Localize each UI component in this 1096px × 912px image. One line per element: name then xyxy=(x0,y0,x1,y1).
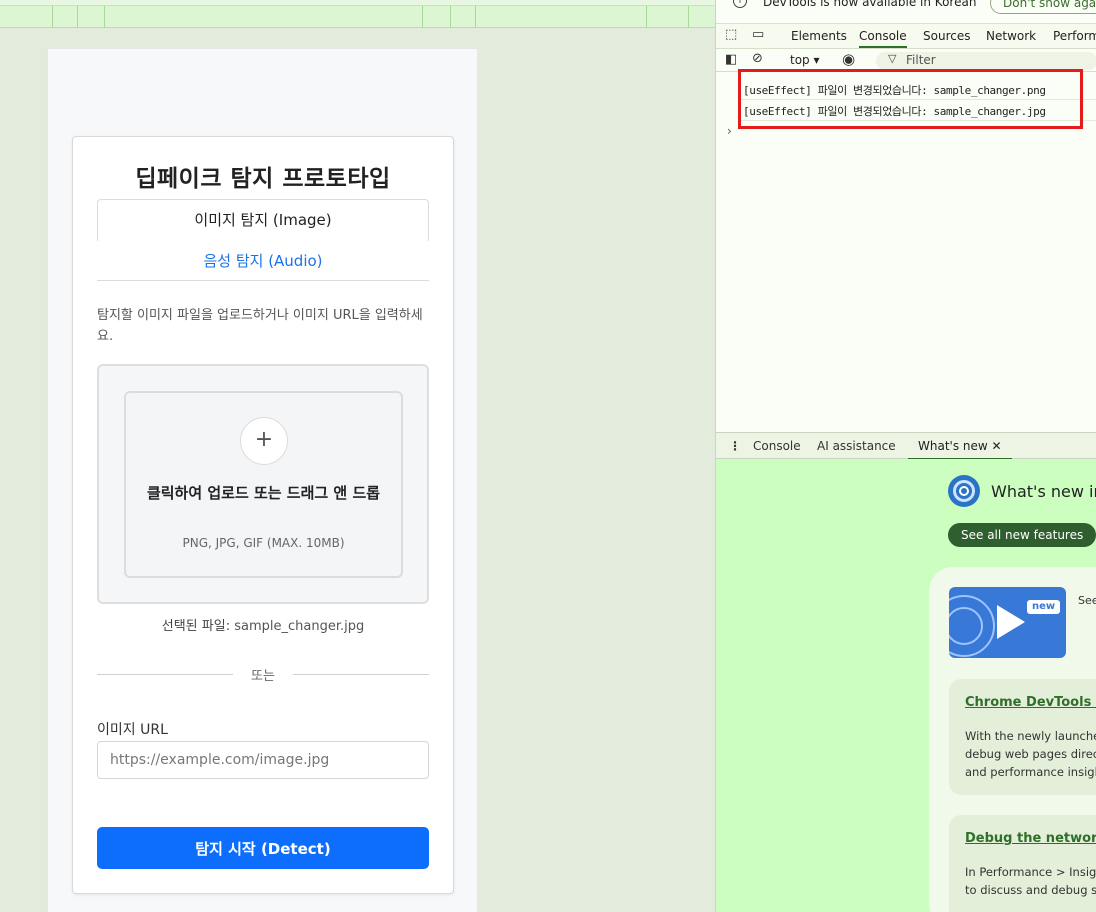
filter-input[interactable]: ▽ Filter xyxy=(876,52,1096,70)
tab-audio-detection[interactable]: 음성 탐지 (Audio) xyxy=(97,241,429,281)
new-badge: new xyxy=(1027,600,1061,614)
language-infobar: i DevTools is now available in Korean Do… xyxy=(716,0,1096,24)
highlight-annotation xyxy=(738,69,1083,129)
feature-card-line: In Performance > Insigh xyxy=(965,865,1096,879)
promo-text: See xyxy=(1078,594,1096,607)
infobar-text: DevTools is now available in Korean xyxy=(763,0,977,9)
detect-button[interactable]: 탐지 시작 (Detect) xyxy=(97,827,429,869)
filter-icon: ▽ xyxy=(888,52,897,65)
ruler-segment xyxy=(422,6,423,28)
feature-card-body: With the newly launched debug web pages … xyxy=(965,727,1096,781)
eye-icon[interactable]: ◉ xyxy=(842,50,855,68)
console-prompt-icon[interactable]: › xyxy=(727,124,732,138)
devtools-panel: i DevTools is now available in Korean Do… xyxy=(715,0,1096,912)
video-thumbnail[interactable]: new xyxy=(949,587,1066,658)
feature-card-link[interactable]: Debug the network xyxy=(965,831,1096,846)
tab-performance[interactable]: Perform xyxy=(1053,24,1096,48)
more-vert-icon[interactable]: ⋮ xyxy=(729,433,741,460)
upload-dropzone-inner[interactable]: + 클릭하여 업로드 또는 드래그 앤 드롭 PNG, JPG, GIF (MA… xyxy=(124,391,403,578)
dont-show-again-button[interactable]: Don't show again xyxy=(990,0,1096,14)
ruler-segment xyxy=(646,6,647,28)
drawer-tab-whats-new[interactable]: What's new ✕ xyxy=(908,433,1012,460)
console-log-area: [useEffect] 파일이 변경되었습니다: sample_changer.… xyxy=(716,69,1096,432)
ruler-top-strip xyxy=(0,0,715,6)
clear-icon[interactable]: ⊘ xyxy=(752,51,763,66)
dropzone-hint: PNG, JPG, GIF (MAX. 10MB) xyxy=(182,536,345,550)
ruler-segment xyxy=(450,6,451,28)
plus-icon[interactable]: + xyxy=(240,417,288,465)
selected-file-info: 선택된 파일: sample_changer.jpg xyxy=(73,615,453,634)
drawer-tabbar: ⋮ Console AI assistance What's new ✕ xyxy=(716,432,1096,460)
device-toggle-icon[interactable]: ▭ xyxy=(752,27,764,42)
tab-console[interactable]: Console xyxy=(859,24,907,48)
drawer-tab-console[interactable]: Console xyxy=(753,433,801,460)
upload-dropzone[interactable]: + 클릭하여 업로드 또는 드래그 앤 드롭 PNG, JPG, GIF (MA… xyxy=(97,364,429,604)
inspect-icon[interactable]: ⬚ xyxy=(725,27,737,42)
tab-elements[interactable]: Elements xyxy=(791,24,847,48)
feature-card-body: In Performance > Insigh to discuss and d… xyxy=(965,863,1096,899)
whats-new-title: What's new in xyxy=(991,482,1096,501)
tab-network[interactable]: Network xyxy=(986,24,1036,48)
feature-card-line: debug web pages direct xyxy=(965,747,1096,761)
feature-card-line: to discuss and debug sa xyxy=(965,883,1096,897)
play-icon xyxy=(997,605,1025,639)
whats-new-panel: What's new in See all new features new S… xyxy=(716,459,1096,912)
detector-card: 딥페이크 탐지 프로토타입 이미지 탐지 (Image) 음성 탐지 (Audi… xyxy=(72,136,454,894)
see-all-features-button[interactable]: See all new features xyxy=(948,523,1096,547)
feature-card-line: and performance insight xyxy=(965,765,1096,779)
selected-file-name: sample_changer.jpg xyxy=(234,619,365,634)
ruler-segment xyxy=(688,6,689,28)
instructions-text: 탐지할 이미지 파일을 업로드하거나 이미지 URL을 입력하세요. xyxy=(97,308,423,344)
tab-sources[interactable]: Sources xyxy=(923,24,970,48)
context-select[interactable]: top ▾ xyxy=(790,53,820,67)
feature-card: Chrome DevTools (M With the newly launch… xyxy=(949,679,1096,795)
ruler-segment xyxy=(52,6,53,28)
ruler-segment xyxy=(475,6,476,28)
close-icon[interactable]: ✕ xyxy=(992,439,1002,453)
ruler-segment xyxy=(104,6,105,28)
layout-ruler xyxy=(0,0,715,28)
drawer-tab-ai-assistance[interactable]: AI assistance xyxy=(817,433,896,460)
divider-line xyxy=(293,674,429,675)
tab-image-detection[interactable]: 이미지 탐지 (Image) xyxy=(97,199,429,241)
selected-file-label: 선택된 파일: xyxy=(161,619,231,634)
chrome-logo xyxy=(948,475,980,507)
or-divider: 또는 xyxy=(97,665,429,684)
dropzone-title: 클릭하여 업로드 또는 드래그 앤 드롭 xyxy=(146,484,381,502)
image-url-label: 이미지 URL xyxy=(97,722,168,738)
whats-new-content: new See Chrome DevTools (M With the newl… xyxy=(929,567,1096,912)
page-viewport: 딥페이크 탐지 프로토타입 이미지 탐지 (Image) 음성 탐지 (Audi… xyxy=(0,0,715,912)
image-url-input[interactable] xyxy=(97,741,429,779)
sidebar-icon[interactable]: ◧ xyxy=(725,52,737,67)
devtools-tabbar: ⬚ ▭ Elements Console Sources Network Per… xyxy=(716,24,1096,49)
drawer-tab-label: What's new xyxy=(918,439,988,453)
feature-card-link[interactable]: Chrome DevTools (M xyxy=(965,695,1096,710)
ruler-segment xyxy=(77,6,78,28)
feature-card: Debug the network In Performance > Insig… xyxy=(949,815,1096,912)
page-title: 딥페이크 탐지 프로토타입 xyxy=(135,166,391,192)
feature-card-line: With the newly launched xyxy=(965,729,1096,743)
filter-placeholder: Filter xyxy=(906,53,936,67)
info-icon: i xyxy=(733,0,747,8)
